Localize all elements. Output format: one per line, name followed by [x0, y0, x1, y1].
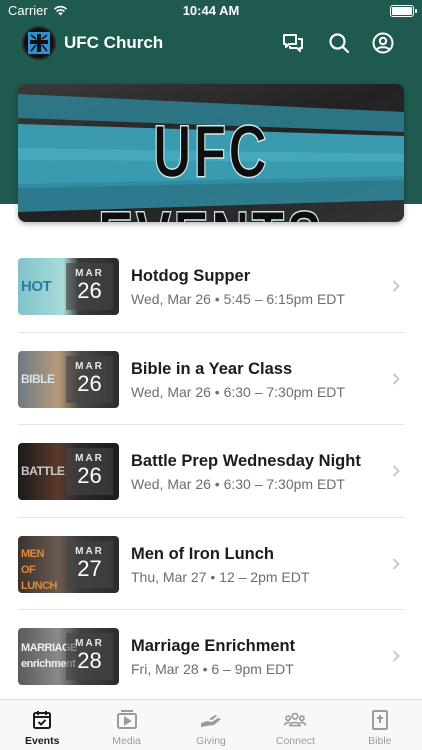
event-title: Men of Iron Lunch — [131, 544, 274, 563]
tab-label: Events — [24, 735, 60, 747]
tab-media[interactable]: Media — [84, 700, 168, 750]
calendar-check-icon — [30, 708, 54, 732]
date-badge-day: 26 — [77, 463, 102, 488]
date-badge: MAR 26 — [66, 355, 113, 403]
app-header: UFC Church — [0, 24, 422, 62]
event-thumbnail: MEN OF LUNCH MAR 27 — [18, 535, 119, 593]
people-group-icon — [283, 708, 307, 732]
tab-label: Connect — [275, 735, 315, 747]
tab-events[interactable]: Events — [0, 700, 84, 750]
event-meta: Wed, Mar 26 • 6:30 – 7:30pm EDT — [131, 476, 345, 492]
chevron-right-icon — [392, 465, 400, 477]
tab-connect[interactable]: Connect — [253, 700, 337, 750]
event-title: Bible in a Year Class — [131, 359, 293, 378]
chevron-right-icon — [392, 650, 400, 662]
search-icon[interactable] — [326, 30, 352, 56]
tab-giving[interactable]: Giving — [169, 700, 253, 750]
event-thumbnail: HOT MAR 26 — [18, 258, 119, 315]
status-bar: Carrier 10:44 AM — [0, 0, 422, 22]
date-badge: MAR 28 — [66, 633, 113, 680]
date-badge-day: 26 — [77, 370, 102, 396]
event-meta: Wed, Mar 26 • 6:30 – 7:30pm EDT — [131, 383, 345, 400]
tab-label: Media — [112, 735, 141, 747]
event-row[interactable]: BIBLE MAR 26 Bible in a Year Class Wed, … — [0, 333, 422, 425]
date-badge: MAR 26 — [66, 263, 113, 310]
event-thumbnail: BIBLE MAR 26 — [18, 350, 119, 408]
date-badge-day: 27 — [77, 555, 102, 581]
event-row[interactable]: MARRIAGE enrichment MAR 28 Marriage Enri… — [0, 610, 422, 703]
tab-label: Bible — [368, 735, 392, 747]
bible-book-icon — [368, 708, 392, 732]
event-row[interactable]: BATTLE MAR 26 Battle Prep Wednesday Nigh… — [0, 425, 422, 518]
tab-bible[interactable]: Bible — [338, 700, 422, 750]
event-meta: Wed, Mar 26 • 5:45 – 6:15pm EDT — [131, 291, 345, 307]
giving-hand-icon — [199, 708, 223, 732]
cross-logo-icon — [28, 32, 50, 54]
date-badge-day: 26 — [77, 278, 102, 303]
thumbnail-art-text: MEN OF LUNCH — [21, 547, 58, 592]
chevron-right-icon — [392, 557, 400, 570]
date-badge-month: MAR — [75, 545, 104, 557]
date-badge-day: 28 — [77, 648, 102, 673]
tab-bar: Events Media Giving Connect Bible — [0, 699, 422, 750]
event-meta: Fri, Mar 28 • 6 – 9pm EDT — [131, 661, 294, 677]
app-title: UFC Church — [64, 33, 164, 52]
date-badge: MAR 26 — [66, 448, 113, 495]
account-icon[interactable] — [370, 30, 396, 56]
chevron-right-icon — [392, 372, 400, 385]
event-list: HOT MAR 26 Hotdog Supper Wed, Mar 26 • 5… — [0, 240, 422, 703]
banner-title: UFC EVENTS — [97, 109, 322, 222]
play-square-icon — [115, 708, 139, 732]
event-title: Marriage Enrichment — [131, 637, 296, 655]
tab-label: Giving — [196, 735, 226, 747]
events-banner: UFC EVENTS — [18, 84, 404, 222]
date-badge-month: MAR — [75, 360, 104, 372]
event-row[interactable]: HOT MAR 26 Hotdog Supper Wed, Mar 26 • 5… — [0, 240, 422, 333]
date-badge: MAR 27 — [66, 540, 113, 588]
status-time: 10:44 AM — [182, 3, 240, 18]
battery-icon — [390, 5, 417, 17]
church-logo[interactable] — [22, 26, 56, 60]
event-thumbnail: MARRIAGE enrichment MAR 28 — [18, 628, 119, 685]
event-meta: Thu, Mar 27 • 12 – 2pm EDT — [131, 568, 310, 585]
chevron-right-icon — [392, 280, 400, 292]
event-title: Hotdog Supper — [131, 267, 251, 285]
event-row[interactable]: MEN OF LUNCH MAR 27 Men of Iron Lunch Th… — [0, 518, 422, 610]
chat-icon[interactable] — [280, 30, 306, 56]
event-title: Battle Prep Wednesday Night — [131, 452, 361, 470]
event-thumbnail: BATTLE MAR 26 — [18, 443, 119, 500]
